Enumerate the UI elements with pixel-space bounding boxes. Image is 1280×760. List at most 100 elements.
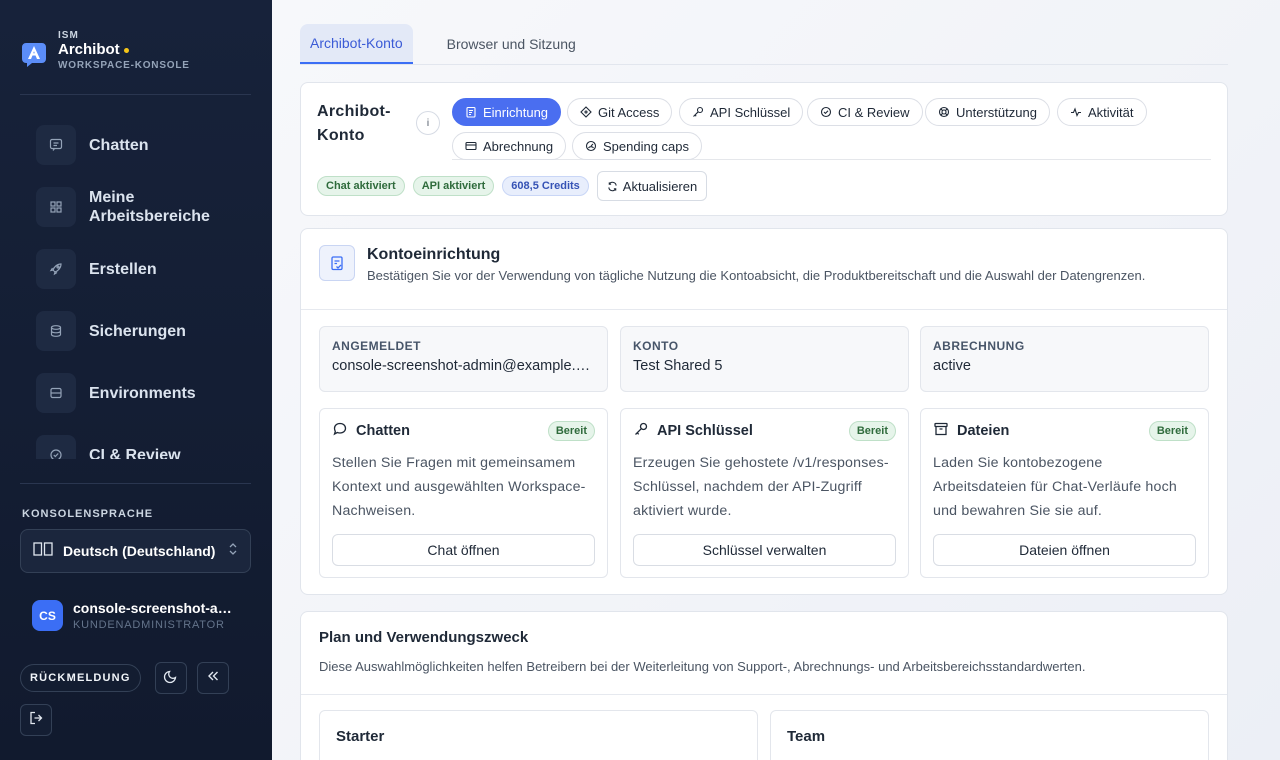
status-dot	[123, 47, 129, 53]
check-circle-icon	[36, 435, 76, 459]
clipboard-check-icon	[319, 245, 355, 281]
theme-toggle-button[interactable]	[155, 662, 187, 694]
subtab-label: API Schlüssel	[710, 104, 791, 120]
book-icon	[33, 541, 53, 562]
chat-status-badge: Chat aktiviert	[317, 176, 405, 196]
subtab-label: Unterstützung	[956, 104, 1037, 120]
refresh-button[interactable]: Aktualisieren	[596, 171, 708, 201]
main-content: Archibot-Konto Browser und Sitzung Archi…	[272, 0, 1280, 760]
subtab-spending-caps[interactable]: Spending caps	[572, 132, 703, 160]
brand-subtitle: WORKSPACE-KONSOLE	[58, 60, 190, 71]
server-icon	[36, 373, 76, 413]
subtab-label: Git Access	[598, 104, 660, 120]
chevron-updown-icon	[228, 542, 238, 561]
info-value: Test Shared 5	[633, 358, 723, 374]
logout-icon	[28, 710, 44, 731]
language-section-title: KONSOLENSPRACHE	[22, 508, 154, 520]
setup-description: Bestätigen Sie vor der Verwendung von tä…	[367, 268, 1146, 283]
collapse-sidebar-button[interactable]	[197, 662, 229, 694]
info-box-angemeldet: ANGEMELDET console-screenshot-admin@exam…	[319, 326, 608, 392]
avatar: CS	[32, 600, 63, 631]
subtab-ci-review[interactable]: CI & Review	[807, 98, 923, 126]
plan-card: Plan und Verwendungszweck Diese Auswahlm…	[300, 611, 1228, 760]
manage-keys-button[interactable]: Schlüssel verwalten	[633, 534, 896, 566]
rocket-icon	[36, 249, 76, 289]
feature-card-dateien: Dateien Bereit Laden Sie kontobezogene A…	[920, 408, 1209, 578]
sidebar-item-workspaces[interactable]: Meine Arbeitsbereiche	[20, 176, 251, 238]
refresh-icon	[607, 181, 618, 192]
subtab-einrichtung[interactable]: Einrichtung	[452, 98, 562, 126]
brand-prefix: ISM	[58, 30, 79, 41]
clipboard-icon	[465, 106, 477, 118]
subtab-label: Spending caps	[603, 138, 690, 154]
subtab-git-access[interactable]: Git Access	[567, 98, 673, 126]
feedback-button[interactable]: RÜCKMELDUNG	[20, 664, 141, 692]
subtab-label: Aktivität	[1088, 104, 1134, 120]
language-select[interactable]: Deutsch (Deutschland)	[20, 529, 251, 573]
language-value: Deutsch (Deutschland)	[63, 543, 216, 559]
open-files-button[interactable]: Dateien öffnen	[933, 534, 1196, 566]
status-badges: Chat aktiviert API aktiviert 608,5 Credi…	[317, 171, 708, 201]
plan-description: Diese Auswahlmöglichkeiten helfen Betrei…	[319, 659, 1086, 674]
sidebar-nav: Chatten Meine Arbeitsbereiche Erstellen …	[20, 114, 251, 459]
feature-title: API Schlüssel	[657, 423, 753, 439]
feature-description: Laden Sie kontobezogene Arbeitsdateien f…	[933, 455, 1178, 519]
feature-description: Stellen Sie Fragen mit gemeinsamem Konte…	[332, 455, 586, 519]
account-subtabs: Einrichtung Git Access API Schlüssel CI …	[452, 98, 1211, 160]
sidebar-item-label: CI & Review	[89, 446, 181, 460]
plan-option-starter[interactable]: Starter	[319, 710, 758, 760]
status-badge: Bereit	[547, 421, 595, 441]
credit-card-icon	[465, 140, 477, 152]
logout-button[interactable]	[20, 704, 52, 736]
key-icon	[692, 106, 704, 118]
refresh-label: Aktualisieren	[622, 178, 698, 194]
plan-option-team[interactable]: Team	[770, 710, 1209, 760]
user-name: console-screenshot-admin@example.com	[73, 600, 238, 616]
sidebar-item-chatten[interactable]: Chatten	[20, 114, 251, 176]
sidebar-item-environments[interactable]: Environments	[20, 362, 251, 424]
subtab-api-schluessel[interactable]: API Schlüssel	[679, 98, 804, 126]
feature-card-chatten: Chatten Bereit Stellen Sie Fragen mit ge…	[319, 408, 608, 578]
info-button[interactable]: i	[416, 111, 440, 135]
sidebar-item-label: Environments	[89, 384, 196, 402]
subtab-aktivitaet[interactable]: Aktivität	[1057, 98, 1147, 126]
credits-badge: 608,5 Credits	[502, 176, 589, 196]
status-badge: Bereit	[848, 421, 896, 441]
tab-browser-sitzung[interactable]: Browser und Sitzung	[437, 24, 586, 64]
sidebar-item-sicherungen[interactable]: Sicherungen	[20, 300, 251, 362]
user-profile[interactable]: CS console-screenshot-admin@example.com …	[32, 600, 238, 631]
brand[interactable]: ISM Archibot WORKSPACE-KONSOLE	[20, 30, 190, 71]
feature-card-api-schluessel: API Schlüssel Bereit Erzeugen Sie gehost…	[620, 408, 909, 578]
open-chat-button[interactable]: Chat öffnen	[332, 534, 595, 566]
moon-icon	[163, 668, 179, 689]
plan-title: Plan und Verwendungszweck	[319, 629, 529, 646]
sidebar-item-ci-review[interactable]: CI & Review	[20, 424, 251, 459]
account-card: Archibot-Konto i Einrichtung Git Access …	[300, 82, 1228, 216]
sidebar-item-erstellen[interactable]: Erstellen	[20, 238, 251, 300]
subtab-label: Einrichtung	[483, 104, 549, 120]
info-label: ABRECHNUNG	[933, 339, 1025, 353]
sidebar-item-label: Sicherungen	[89, 322, 186, 340]
top-tabs: Archibot-Konto Browser und Sitzung	[300, 24, 1228, 65]
feature-title: Chatten	[356, 423, 410, 439]
gauge-icon	[585, 140, 597, 152]
info-box-abrechnung: ABRECHNUNG active	[920, 326, 1209, 392]
chevrons-left-icon	[205, 668, 221, 689]
info-value: console-screenshot-admin@example.com	[332, 358, 595, 374]
subtab-abrechnung[interactable]: Abrechnung	[452, 132, 567, 160]
grid-icon	[36, 187, 76, 227]
database-icon	[36, 311, 76, 351]
tab-archibot-konto[interactable]: Archibot-Konto	[300, 24, 413, 64]
lifebuoy-icon	[938, 106, 950, 118]
info-label: ANGEMELDET	[332, 339, 421, 353]
check-circle-icon	[820, 106, 832, 118]
archive-icon	[933, 421, 949, 442]
sidebar-item-label: Meine Arbeitsbereiche	[89, 189, 210, 225]
info-value: active	[933, 358, 971, 374]
status-badge: Bereit	[1148, 421, 1196, 441]
divider	[20, 94, 251, 95]
subtab-label: CI & Review	[838, 104, 910, 120]
subtab-unterstuetzung[interactable]: Unterstützung	[925, 98, 1050, 126]
page-title: Archibot-Konto	[317, 103, 391, 144]
setup-title: Kontoeinrichtung	[367, 246, 501, 263]
